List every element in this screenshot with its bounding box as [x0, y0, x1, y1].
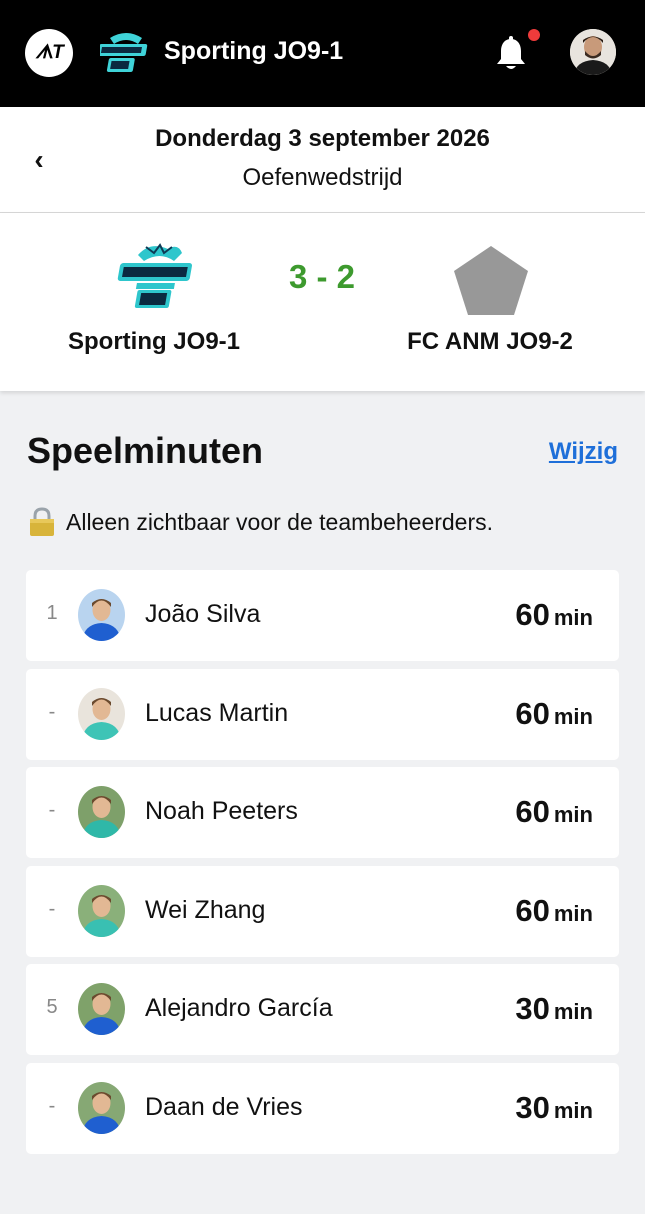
- player-row[interactable]: 5 Alejandro García 30 min: [26, 964, 619, 1055]
- player-avatar: [78, 983, 125, 1035]
- player-row[interactable]: - Wei Zhang 60 min: [26, 865, 619, 957]
- match-header: ‹ Donderdag 3 september 2026 Oefenwedstr…: [0, 107, 645, 213]
- player-rank: -: [48, 897, 56, 920]
- player-row[interactable]: - Lucas Martin 60 min: [26, 668, 619, 760]
- player-name: Noah Peeters: [145, 797, 298, 825]
- visibility-notice: Alleen zichtbaar voor de teambeheerders.: [28, 507, 493, 537]
- player-avatar: [78, 589, 125, 641]
- player-avatar: [78, 1081, 125, 1134]
- player-avatar: [78, 687, 125, 740]
- player-avatar: [78, 786, 125, 838]
- minutes-unit: min: [553, 900, 593, 926]
- minutes-value: 60: [515, 695, 550, 731]
- score: 3 - 2: [288, 258, 356, 295]
- minutes-unit: min: [553, 1097, 593, 1123]
- bell-icon[interactable]: [495, 36, 527, 72]
- player-minutes: 60 min: [515, 794, 593, 830]
- away-team-name: FC ANM JO9-2: [407, 328, 573, 355]
- player-name: Alejandro García: [145, 994, 333, 1022]
- player-row[interactable]: - Daan de Vries 30 min: [26, 1062, 619, 1154]
- match-type: Oefenwedstrijd: [242, 164, 403, 191]
- player-minutes: 60 min: [515, 893, 593, 929]
- app-logo-icon[interactable]: ᗑT: [25, 29, 73, 77]
- player-rank: 1: [46, 602, 58, 624]
- player-minutes: 30 min: [515, 991, 593, 1027]
- visibility-notice-text: Alleen zichtbaar voor de teambeheerders.: [66, 508, 494, 535]
- section-title: Speelminuten: [27, 430, 264, 471]
- user-avatar[interactable]: [570, 29, 616, 75]
- score-card: 3 - 2 Sporting JO9-1 FC ANM JO9-2: [0, 213, 645, 391]
- player-name: João Silva: [145, 600, 261, 628]
- minutes-unit: min: [553, 999, 593, 1024]
- minutes-value: 30: [515, 991, 550, 1026]
- player-minutes: 60 min: [515, 597, 593, 633]
- player-minutes: 30 min: [515, 1090, 593, 1126]
- team-logo-icon: [100, 33, 148, 72]
- notification-dot: [528, 29, 540, 41]
- minutes-value: 60: [515, 892, 550, 928]
- minutes-value: 60: [515, 597, 550, 632]
- lock-icon: [30, 507, 54, 536]
- app-logo-text: ᗑT: [35, 42, 63, 63]
- player-name: Wei Zhang: [145, 895, 266, 924]
- edit-link[interactable]: Wijzig: [549, 438, 618, 466]
- player-rank: 5: [46, 996, 58, 1018]
- minutes-unit: min: [553, 605, 593, 630]
- player-avatar: [78, 884, 125, 937]
- match-date: Donderdag 3 september 2026: [155, 125, 490, 152]
- player-row[interactable]: - Noah Peeters 60 min: [26, 767, 619, 858]
- player-name: Daan de Vries: [145, 1092, 303, 1121]
- player-rank: -: [48, 799, 56, 821]
- minutes-value: 60: [515, 794, 550, 829]
- home-team-name: Sporting JO9-1: [67, 328, 241, 355]
- player-name: Lucas Martin: [145, 698, 289, 727]
- away-team-shield-icon: [454, 246, 528, 315]
- top-bar: ᗑT Sporting JO9-1: [0, 0, 645, 107]
- home-team-logo-icon: [117, 243, 192, 308]
- player-row[interactable]: 1 João Silva 60 min: [26, 570, 619, 661]
- minutes-value: 30: [515, 1089, 550, 1125]
- minutes-unit: min: [553, 703, 593, 729]
- player-rank: -: [48, 700, 56, 723]
- minutes-unit: min: [553, 802, 593, 827]
- player-minutes: 60 min: [515, 696, 593, 732]
- player-rank: -: [48, 1094, 56, 1117]
- team-title[interactable]: Sporting JO9-1: [164, 37, 343, 66]
